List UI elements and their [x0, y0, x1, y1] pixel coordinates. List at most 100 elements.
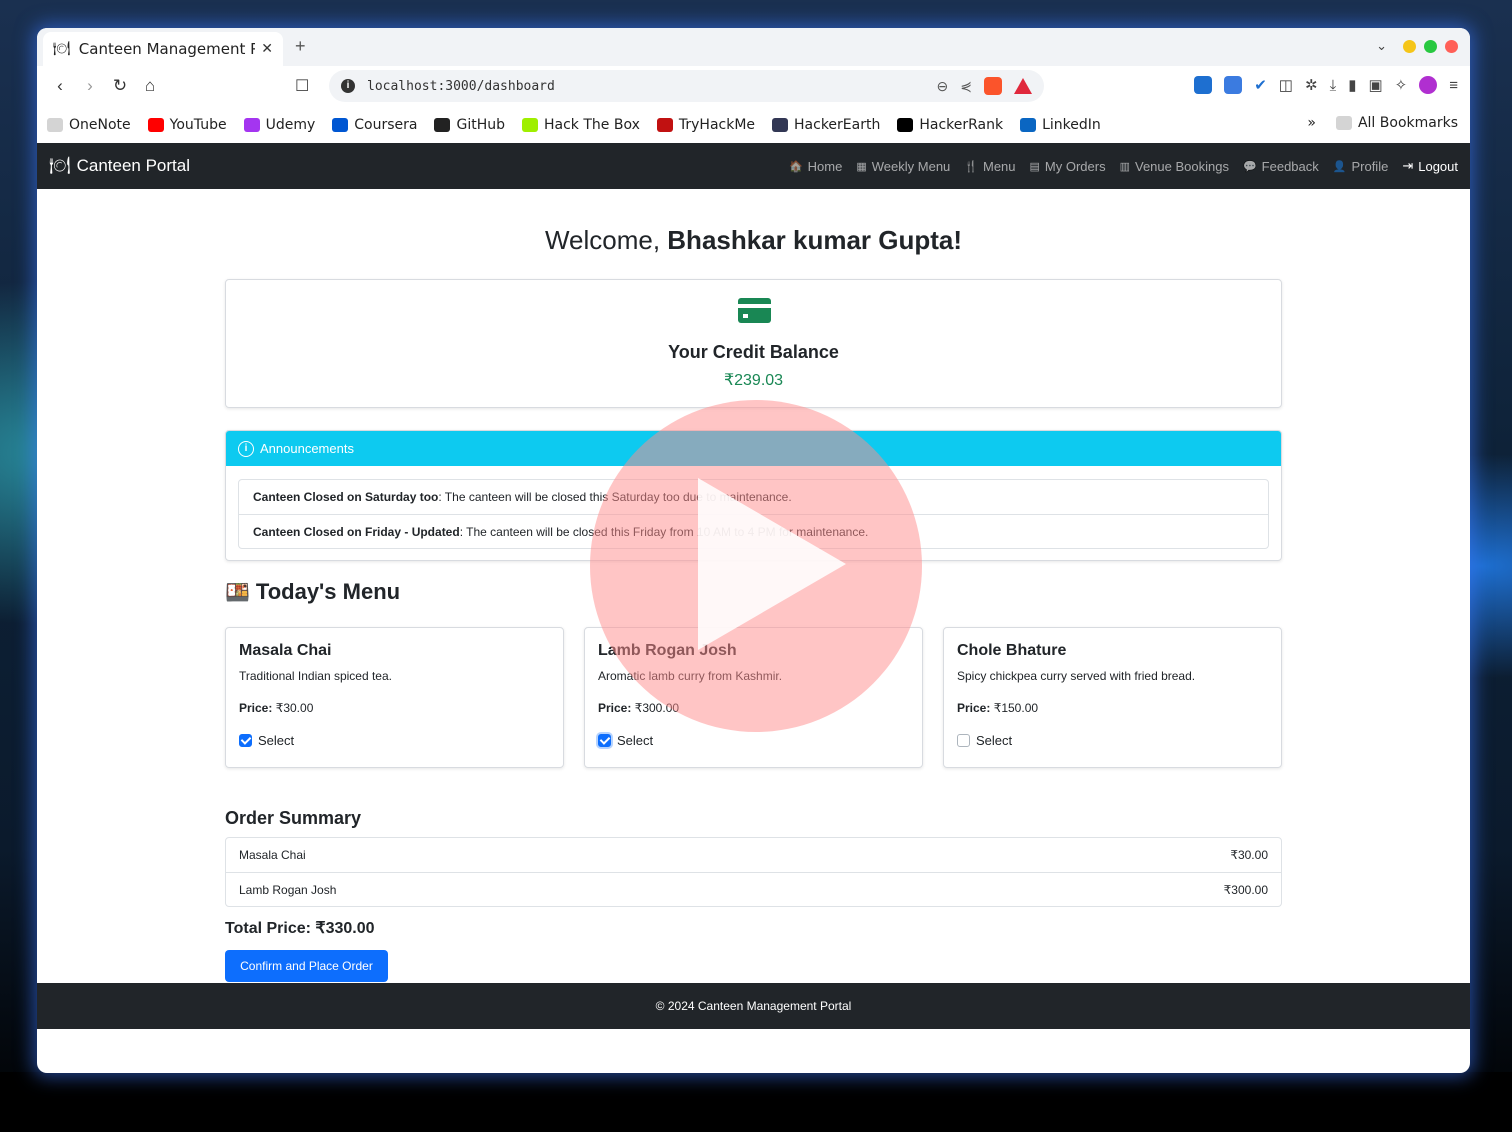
bookmark-favicon-icon: [656, 117, 673, 132]
tab-list-chevron-icon[interactable]: ⌄: [1376, 38, 1387, 54]
share-icon[interactable]: ⋞: [960, 78, 972, 95]
zoom-icon[interactable]: ⊖: [937, 78, 949, 95]
select-checkbox[interactable]: [239, 734, 252, 747]
select-label: Select: [617, 733, 654, 748]
check-extension-icon[interactable]: ✔: [1254, 76, 1267, 94]
nav-logout-label: Logout: [1418, 158, 1458, 174]
bookmark-item[interactable]: TryHackMe: [656, 116, 756, 133]
bookmark-favicon-icon: [434, 117, 451, 132]
bookmarks-bar: OneNote YouTube Udemy Coursera GitHub Hack Th…: [37, 106, 1470, 143]
bookmark-item[interactable]: OneNote: [47, 117, 131, 133]
leo-icon[interactable]: ✧: [1395, 76, 1408, 94]
select-row[interactable]: Select: [598, 733, 909, 748]
bookmark-item[interactable]: Coursera: [332, 117, 417, 133]
credit-value: ₹239.03: [723, 372, 784, 389]
brand-link[interactable]: 🍽 Canteen Portal: [49, 156, 190, 176]
nav-logout[interactable]: ⇥ Logout: [1402, 158, 1458, 174]
menu-item-card: Masala Chai Traditional Indian spiced tea…: [225, 627, 564, 768]
back-icon[interactable]: ‹: [45, 76, 75, 96]
bookmark-item[interactable]: YouTube: [147, 116, 227, 133]
select-checkbox[interactable]: [957, 734, 970, 747]
menu-item-price: Price: ₹30.00: [239, 701, 550, 715]
puzzle-icon[interactable]: ✲: [1305, 76, 1318, 94]
home-icon[interactable]: ⌂: [135, 76, 165, 96]
new-tab-button[interactable]: +: [295, 36, 306, 57]
extension-icon[interactable]: [1224, 76, 1243, 94]
announcements-title: Announcements: [260, 441, 354, 456]
bookmark-favicon-icon: [1020, 117, 1037, 132]
bookmark-item[interactable]: HackerRank: [897, 117, 1003, 133]
extension-icon[interactable]: [1194, 76, 1213, 94]
profile-avatar-icon[interactable]: [1419, 76, 1438, 94]
price-value: ₹30.00: [275, 701, 314, 715]
nav-link[interactable]: 🏠 Home: [789, 158, 842, 174]
wallet-icon[interactable]: ▣: [1368, 76, 1382, 94]
nav-link-label: Profile: [1351, 158, 1389, 174]
nav-link[interactable]: 💬 Feedback: [1243, 158, 1319, 174]
nav-link-label: Venue Bookings: [1135, 158, 1229, 174]
play-button-overlay[interactable]: [590, 400, 922, 732]
price-label: Price:: [598, 701, 632, 715]
nav-link[interactable]: ▦ Weekly Menu: [856, 158, 950, 174]
tab-strip: 🍽 Canteen Management P ✕ + ⌄: [37, 28, 1470, 66]
brave-rewards-icon[interactable]: [1014, 78, 1032, 94]
menu-icon[interactable]: ≡: [1449, 77, 1458, 94]
bookmarks-overflow-button[interactable]: »: [1307, 115, 1316, 131]
bookmark-favicon-icon: [772, 117, 789, 132]
bookmark-label: YouTube: [169, 116, 227, 133]
nav-link[interactable]: ▤ My Orders: [1030, 158, 1106, 174]
bookmark-label: LinkedIn: [1042, 116, 1101, 133]
taskbar-area: [0, 1072, 1512, 1132]
address-bar[interactable]: i localhost:3000/dashboard ⊖ ⋞: [329, 70, 1044, 102]
bookmark-label: Coursera: [354, 116, 418, 133]
nav-link[interactable]: ▥ Venue Bookings: [1120, 158, 1229, 174]
confirm-order-button[interactable]: Confirm and Place Order: [225, 950, 388, 982]
close-window-button[interactable]: [1445, 39, 1458, 53]
nav-link[interactable]: 🍴 Menu: [964, 158, 1015, 174]
site-info-icon[interactable]: i: [341, 79, 355, 93]
forward-icon[interactable]: ›: [75, 76, 105, 96]
bookmark-item[interactable]: Udemy: [243, 117, 315, 133]
nav-link[interactable]: 👤 Profile: [1333, 158, 1389, 174]
bookmark-item[interactable]: GitHub: [434, 117, 505, 133]
browser-toolbar: ‹ › ↻ ⌂ ☐ i localhost:3000/dashboard ⊖ ⋞…: [37, 66, 1470, 106]
page-footer: © 2024 Canteen Management Portal: [37, 983, 1470, 1029]
canteen-favicon-icon: 🍽: [53, 41, 71, 57]
app-navbar: 🍽 Canteen Portal 🏠 Home ▦ Weekly Menu 🍴 Menu ▤…: [37, 143, 1470, 189]
bookmark-label: Hack The Box: [544, 116, 640, 133]
tab-active[interactable]: 🍽 Canteen Management P ✕: [43, 32, 283, 66]
announcement-title: Canteen Closed on Friday - Updated: [253, 524, 460, 539]
credit-card-icon: [738, 298, 771, 323]
bookmark-page-icon[interactable]: ☐: [295, 76, 309, 96]
brave-shields-icon[interactable]: [984, 77, 1002, 95]
camera-icon[interactable]: ◫: [1279, 76, 1293, 94]
bookmark-favicon-icon: [243, 117, 260, 132]
select-checkbox[interactable]: [598, 734, 611, 747]
url-text[interactable]: localhost:3000/dashboard: [367, 79, 937, 94]
announcement-title: Canteen Closed on Saturday too: [253, 490, 439, 504]
summary-row: Lamb Rogan Josh ₹300.00: [226, 872, 1281, 906]
order-summary-heading: Order Summary: [225, 808, 362, 828]
download-icon[interactable]: ⤓: [1330, 77, 1337, 94]
bookmark-label: OneNote: [69, 116, 131, 133]
price-label: Price:: [957, 701, 991, 715]
maximize-button[interactable]: [1424, 39, 1437, 53]
nav-link-label: My Orders: [1044, 158, 1106, 174]
todays-menu-heading: 🍱 Today's Menu: [225, 579, 400, 605]
bookmark-item[interactable]: HackerEarth: [772, 117, 880, 133]
select-row[interactable]: Select: [239, 733, 550, 748]
minimize-button[interactable]: [1403, 39, 1416, 53]
reload-icon[interactable]: ↻: [105, 76, 135, 96]
info-icon: i: [238, 440, 254, 457]
bookmark-item[interactable]: LinkedIn: [1020, 117, 1101, 133]
sidebar-icon[interactable]: ▮: [1348, 76, 1356, 94]
bookmark-label: TryHackMe: [678, 116, 756, 133]
summary-item-name: Lamb Rogan Josh: [239, 882, 337, 897]
bookmark-item[interactable]: Hack The Box: [522, 117, 640, 133]
summary-row: Masala Chai ₹30.00: [226, 838, 1281, 872]
select-row[interactable]: Select: [957, 733, 1268, 748]
bookmark-favicon-icon: [522, 117, 538, 132]
nav-link-label: Feedback: [1261, 158, 1319, 174]
all-bookmarks-button[interactable]: All Bookmarks: [1335, 115, 1458, 131]
close-tab-icon[interactable]: ✕: [261, 41, 273, 57]
